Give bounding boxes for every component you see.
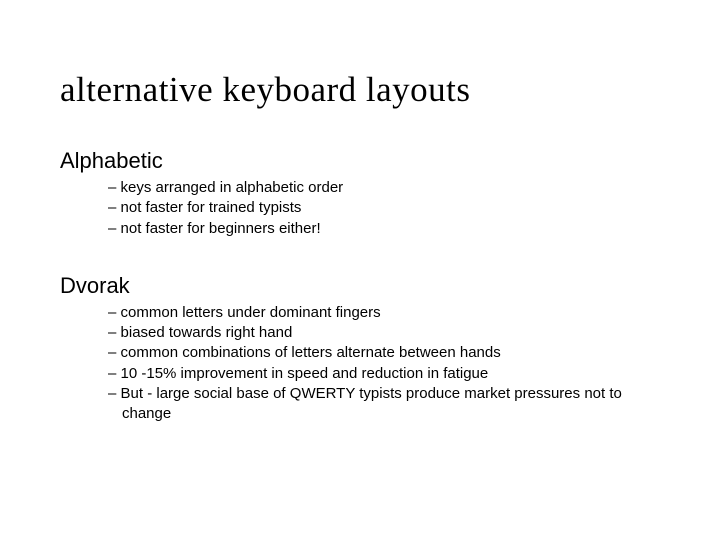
- list-item: not faster for trained typists: [108, 198, 660, 218]
- slide-title: alternative keyboard layouts: [60, 70, 660, 110]
- bullet-list: common letters under dominant fingers bi…: [60, 303, 660, 425]
- list-item: But - large social base of QWERTY typist…: [108, 384, 660, 425]
- list-item: 10 -15% improvement in speed and reducti…: [108, 364, 660, 384]
- section-heading: Dvorak: [60, 273, 660, 299]
- section-heading: Alphabetic: [60, 148, 660, 174]
- section-alphabetic: Alphabetic keys arranged in alphabetic o…: [60, 148, 660, 239]
- list-item: not faster for beginners either!: [108, 219, 660, 239]
- slide: alternative keyboard layouts Alphabetic …: [0, 0, 720, 540]
- list-item: biased towards right hand: [108, 323, 660, 343]
- list-item: common combinations of letters alternate…: [108, 343, 660, 363]
- section-dvorak: Dvorak common letters under dominant fin…: [60, 273, 660, 425]
- list-item: common letters under dominant fingers: [108, 303, 660, 323]
- bullet-list: keys arranged in alphabetic order not fa…: [60, 178, 660, 239]
- list-item: keys arranged in alphabetic order: [108, 178, 660, 198]
